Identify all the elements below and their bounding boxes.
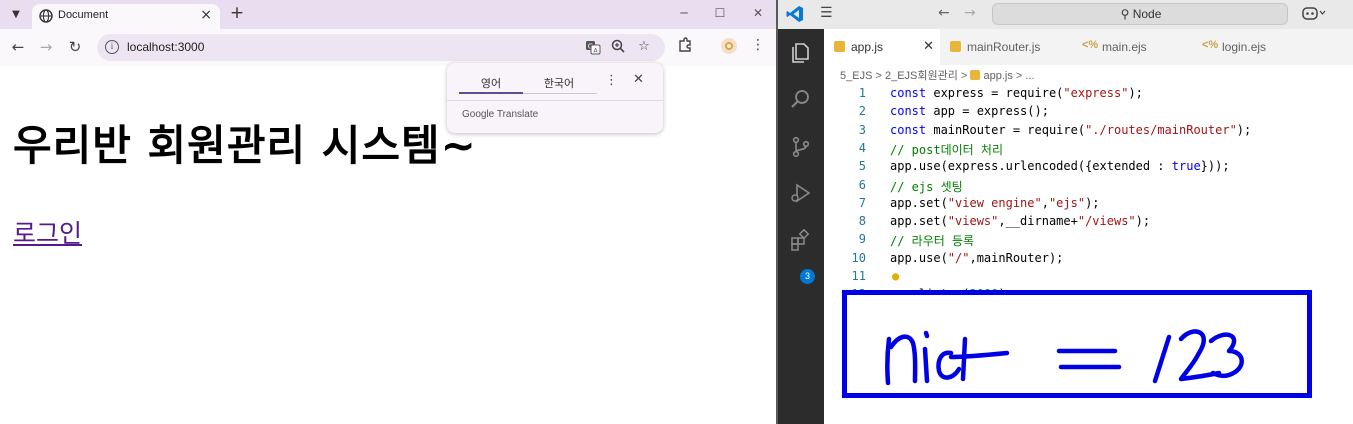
command-center-search[interactable]: ⚲ Node: [992, 3, 1288, 25]
vscode-logo-icon: [786, 6, 803, 22]
line-number: 10: [851, 250, 866, 265]
translate-more-options-icon[interactable]: ⋮: [605, 73, 618, 88]
nav-forward-icon[interactable]: →: [964, 5, 976, 21]
tab-label: login.ejs: [1222, 40, 1267, 54]
browser-tab[interactable]: Document ×: [32, 4, 220, 29]
editor-tabs-bar: app.js ✕ mainRouter.js <% main.ejs <% lo…: [824, 29, 1353, 65]
breadcrumb-separator-icon: >: [960, 70, 971, 82]
ejs-file-icon: <%: [1082, 39, 1099, 51]
maximize-icon[interactable]: ☐: [710, 6, 730, 20]
line-number: 3: [858, 122, 866, 137]
editor-tab-app-js[interactable]: app.js ✕: [824, 29, 940, 65]
code-line[interactable]: const app = express();: [890, 104, 1049, 118]
browser-toolbar: ← → ↻ i localhost:3000 GA ☆ ⋮: [0, 29, 776, 66]
google-translate-brand: Google Translate: [462, 109, 539, 120]
code-line[interactable]: app.use("/",mainRouter);: [890, 251, 1063, 265]
editor-tab-main-ejs[interactable]: <% main.ejs: [1072, 29, 1192, 65]
translate-target-language-tab[interactable]: 한국어: [527, 75, 591, 91]
address-bar[interactable]: i localhost:3000 GA ☆: [97, 34, 665, 61]
line-number: 2: [858, 104, 866, 119]
page-title: 우리반 회원관리 시스템~: [13, 121, 477, 170]
breadcrumb-separator-icon: >: [1015, 70, 1026, 82]
nav-back-icon[interactable]: ←: [938, 5, 950, 21]
search-icon[interactable]: [789, 87, 813, 111]
line-number: 11: [851, 269, 866, 283]
search-icon: ⚲: [1120, 7, 1133, 21]
line-number: 5: [858, 159, 866, 174]
login-link[interactable]: 로그인: [13, 214, 82, 250]
code-line[interactable]: const express = require("express");: [890, 86, 1143, 100]
browser-tabstrip: ▼ Document × + ─ ☐ ✕: [0, 0, 776, 29]
breadcrumb: 5_EJS > 2_EJS회원관리 > app.js > ...: [840, 67, 1035, 83]
translate-popup: 영어 한국어 ⋮ ✕ Google Translate: [447, 63, 663, 133]
translate-divider: [447, 100, 663, 101]
translate-close-icon[interactable]: ✕: [633, 72, 644, 87]
tab-title: Document: [58, 9, 109, 21]
hamburger-menu-icon[interactable]: ☰: [820, 5, 833, 21]
js-file-icon: [950, 41, 961, 52]
line-number: 6: [858, 177, 866, 192]
tab-close-icon[interactable]: ×: [200, 7, 212, 23]
breadcrumb-item[interactable]: ...: [1025, 70, 1034, 82]
code-line[interactable]: app.set("view engine","ejs");: [890, 196, 1100, 210]
globe-icon: [39, 9, 53, 23]
line-number: 9: [858, 232, 866, 247]
translate-active-tab-indicator: [459, 92, 523, 94]
code-line[interactable]: // 라우터 등록: [890, 232, 974, 249]
tab-search-chevron-icon[interactable]: ▼: [6, 6, 26, 24]
site-info-icon[interactable]: i: [105, 40, 119, 54]
tab-label: app.js: [851, 40, 884, 54]
explorer-icon[interactable]: [789, 41, 813, 65]
command-center-label: Node: [1132, 7, 1162, 21]
line-number: 7: [858, 195, 866, 210]
code-line[interactable]: app.use(express.urlencoded({extended : t…: [890, 159, 1230, 173]
translate-icon[interactable]: GA: [584, 39, 602, 59]
url-text: localhost:3000: [127, 40, 205, 54]
reload-icon[interactable]: ↻: [66, 38, 84, 56]
tab-label: mainRouter.js: [967, 40, 1041, 54]
tab-close-icon[interactable]: ✕: [923, 38, 934, 54]
js-file-icon: [834, 41, 845, 52]
extensions-icon[interactable]: [789, 229, 813, 253]
new-tab-button[interactable]: +: [228, 3, 246, 23]
js-file-icon: [970, 70, 981, 80]
breadcrumb-item[interactable]: 5_EJS: [840, 70, 872, 82]
run-debug-icon[interactable]: [789, 181, 813, 205]
breadcrumb-item[interactable]: app.js: [983, 70, 1012, 82]
code-line[interactable]: const mainRouter = require("./routes/mai…: [890, 123, 1251, 137]
handwritten-scribble: [885, 329, 1244, 386]
minimize-icon[interactable]: ─: [674, 6, 694, 20]
ejs-file-icon: <%: [1202, 39, 1219, 51]
breadcrumb-item[interactable]: 2_EJS회원관리: [885, 70, 958, 82]
copilot-icon[interactable]: [1302, 5, 1326, 25]
handwritten-annotation-box: [842, 290, 1312, 398]
vscode-title-bar: ☰ ← → ⚲ Node: [778, 0, 1353, 29]
source-control-icon[interactable]: [789, 135, 813, 159]
editor-tab-mainrouter-js[interactable]: mainRouter.js: [940, 29, 1072, 65]
activity-bar: 3: [778, 29, 824, 424]
profile-avatar-icon[interactable]: [720, 37, 738, 59]
tab-label: main.ejs: [1102, 40, 1147, 54]
code-line[interactable]: // post데이터 처리: [890, 141, 1003, 158]
browser-menu-icon[interactable]: ⋮: [749, 37, 767, 53]
breadcrumb-separator-icon: >: [875, 70, 885, 82]
editor-tab-login-ejs[interactable]: <% login.ejs: [1192, 29, 1310, 65]
line-number: 1: [858, 86, 866, 100]
code-line[interactable]: app.set("views",__dirname+"/views");: [890, 214, 1150, 228]
code-line[interactable]: // ejs 셋팅: [890, 178, 963, 195]
line-number: 8: [858, 214, 866, 229]
browser-window: ▼ Document × + ─ ☐ ✕ ← → ↻ i localhost:3…: [0, 0, 776, 424]
line-number: 4: [858, 140, 866, 155]
forward-icon[interactable]: →: [37, 38, 55, 56]
back-icon[interactable]: ←: [9, 38, 27, 56]
window-close-icon[interactable]: ✕: [748, 6, 768, 20]
extensions-badge: 3: [800, 269, 815, 284]
translate-source-language-tab[interactable]: 영어: [459, 75, 523, 91]
lightbulb-icon[interactable]: ●: [892, 269, 899, 283]
bookmark-star-icon[interactable]: ☆: [635, 39, 653, 54]
extensions-icon[interactable]: [676, 37, 694, 57]
zoom-icon[interactable]: [609, 39, 627, 57]
